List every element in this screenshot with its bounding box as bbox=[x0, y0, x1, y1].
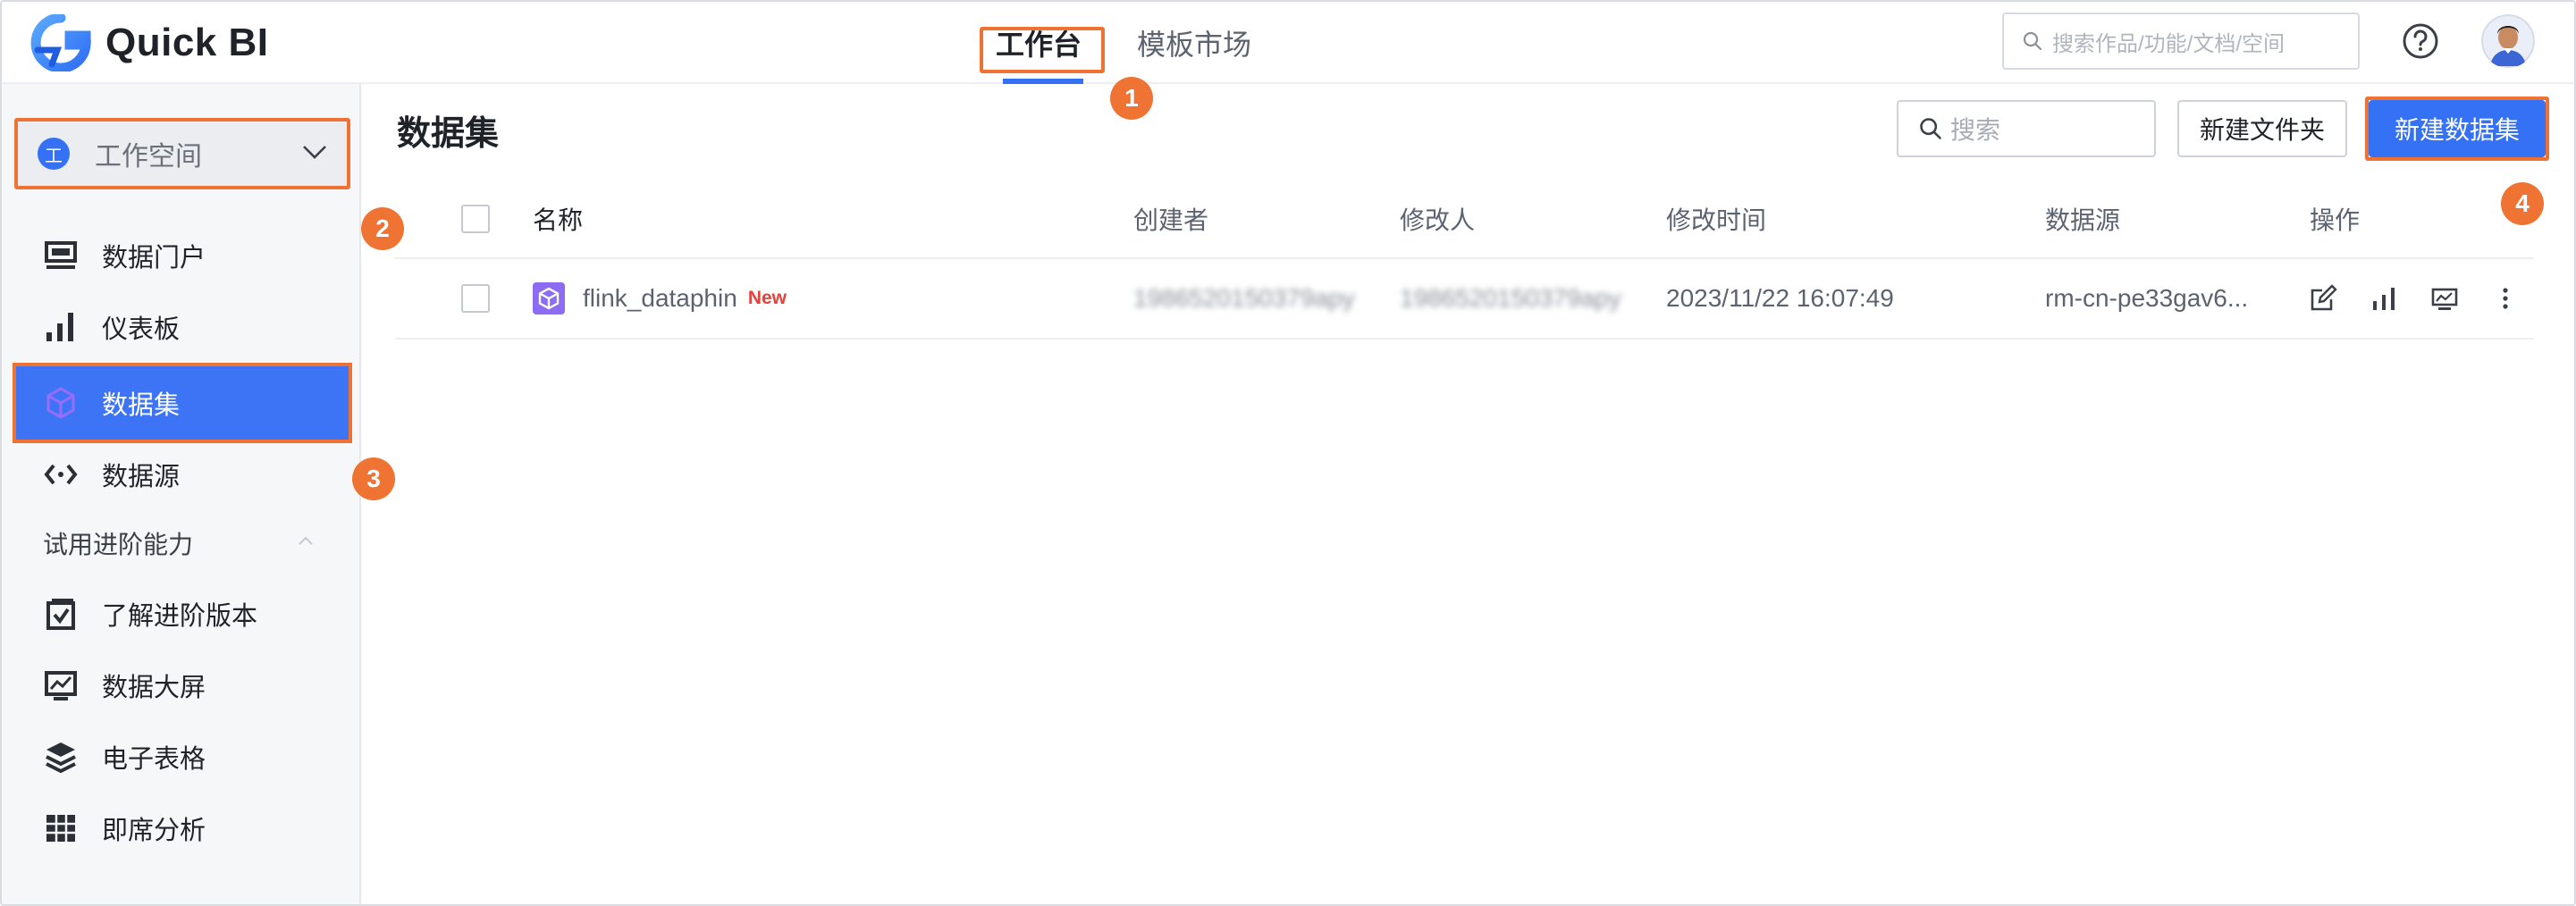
search-icon bbox=[1920, 118, 1941, 139]
sidebar-item-label: 数据集 bbox=[102, 391, 181, 420]
table-row[interactable]: flink_dataphin New 1986520150379apy 1986… bbox=[395, 259, 2533, 340]
column-header-actions: 操作 bbox=[2310, 206, 2361, 234]
sidebar-item-label: 电子表格 bbox=[102, 745, 206, 774]
callout-badge-2: 2 bbox=[361, 207, 404, 250]
modifier-cell: 1986520150379apy bbox=[1400, 259, 1623, 338]
modified-time: 2023/11/22 16:07:49 bbox=[1666, 284, 1894, 312]
dataset-name-cell[interactable]: flink_dataphin New bbox=[533, 259, 787, 338]
logo[interactable]: Quick BI bbox=[30, 14, 269, 71]
user-avatar[interactable] bbox=[2481, 14, 2535, 68]
sidebar-item-label: 即席分析 bbox=[102, 817, 206, 845]
sidebar: 工 工作空间 数据门户 仪表板 数据集 数据源 试用进阶能力 了解进阶版本 数据… bbox=[2, 84, 361, 904]
app-name: Quick BI bbox=[105, 21, 269, 64]
select-all-checkbox[interactable] bbox=[461, 180, 490, 257]
chevron-down-icon bbox=[303, 146, 326, 159]
sidebar-item-label: 数据源 bbox=[102, 463, 181, 491]
column-header-name[interactable]: 名称 bbox=[533, 180, 583, 257]
edit-icon[interactable] bbox=[2308, 283, 2338, 314]
tab-template-market[interactable]: 模板市场 bbox=[1119, 2, 1269, 84]
highlight-workbench-tab bbox=[980, 27, 1105, 73]
dataset-name[interactable]: flink_dataphin bbox=[583, 284, 737, 313]
dataset-table: 名称 创建者 修改人 修改时间 数据源 操作 flink_dataphin Ne… bbox=[395, 180, 2533, 340]
sidebar-item-data-screen[interactable]: 数据大屏 bbox=[13, 650, 352, 721]
code-arrows-icon bbox=[44, 464, 78, 485]
advanced-section-title: 试用进阶能力 bbox=[43, 531, 194, 558]
datasource-name: rm-cn-pe33gav6... bbox=[2045, 284, 2249, 312]
create-dashboard-icon[interactable] bbox=[2369, 283, 2399, 314]
column-header-creator[interactable]: 创建者 bbox=[1133, 180, 1208, 257]
grid-icon bbox=[46, 815, 75, 842]
bar-chart-icon bbox=[46, 313, 73, 341]
row-checkbox[interactable] bbox=[461, 259, 490, 338]
page-title: 数据集 bbox=[397, 115, 500, 153]
chevron-up-icon[interactable] bbox=[297, 534, 315, 547]
callout-badge-1: 1 bbox=[1110, 77, 1153, 120]
workspace-selector[interactable]: 工 工作空间 bbox=[14, 118, 350, 189]
search-icon bbox=[2023, 31, 2042, 51]
sidebar-item-advanced-version[interactable]: 了解进阶版本 bbox=[13, 578, 352, 650]
create-screen-icon[interactable] bbox=[2429, 283, 2460, 314]
sidebar-item-dataset[interactable]: 数据集 bbox=[13, 363, 352, 443]
sidebar-item-label: 了解进阶版本 bbox=[102, 602, 258, 631]
table-header: 名称 创建者 修改人 修改时间 数据源 操作 bbox=[395, 180, 2533, 259]
new-folder-button[interactable]: 新建文件夹 bbox=[2177, 100, 2347, 157]
more-options-icon[interactable] bbox=[2490, 283, 2521, 314]
column-header-modifier[interactable]: 修改人 bbox=[1400, 180, 1475, 257]
dataset-cube-icon bbox=[533, 282, 565, 315]
workspace-label: 工作空间 bbox=[95, 142, 202, 172]
row-actions bbox=[2308, 259, 2551, 338]
column-header-datasource[interactable]: 数据源 bbox=[2045, 180, 2120, 257]
highlight-new-dataset bbox=[2365, 96, 2549, 161]
sidebar-item-spreadsheet[interactable]: 电子表格 bbox=[13, 721, 352, 793]
column-header-modified-time[interactable]: 修改时间 bbox=[1666, 180, 1766, 257]
layers-icon bbox=[46, 742, 76, 774]
sidebar-item-label: 仪表板 bbox=[102, 315, 181, 344]
help-icon[interactable] bbox=[2401, 21, 2440, 61]
app-window: Quick BI 工作台 模板市场 搜索作品/功能/文档/空间 工 工作空间 数… bbox=[0, 0, 2576, 906]
sidebar-item-dashboard[interactable]: 仪表板 bbox=[13, 291, 352, 363]
modifier-name: 1986520150379apy bbox=[1400, 284, 1621, 312]
callout-badge-4: 4 bbox=[2501, 182, 2544, 225]
cube-icon bbox=[46, 387, 75, 419]
screen-chart-icon bbox=[45, 671, 77, 700]
sidebar-item-label: 数据门户 bbox=[102, 244, 206, 273]
creator-cell: 1986520150379apy bbox=[1133, 259, 1357, 338]
checklist-icon bbox=[46, 599, 75, 630]
new-tag-badge: New bbox=[747, 288, 787, 308]
avatar-icon bbox=[2481, 14, 2535, 68]
global-search-placeholder: 搜索作品/功能/文档/空间 bbox=[2052, 31, 2286, 56]
workspace-badge: 工 bbox=[38, 138, 70, 170]
callout-badge-3: 3 bbox=[352, 457, 395, 500]
creator-name: 1986520150379apy bbox=[1133, 284, 1355, 312]
dataset-search-input[interactable]: 搜索 bbox=[1897, 100, 2156, 157]
top-bar: Quick BI 工作台 模板市场 搜索作品/功能/文档/空间 bbox=[2, 2, 2574, 84]
sidebar-item-data-portal[interactable]: 数据门户 bbox=[13, 220, 352, 291]
quickbi-logo-icon bbox=[30, 14, 91, 71]
sidebar-item-adhoc-analysis[interactable]: 即席分析 bbox=[13, 793, 352, 864]
monitor-icon bbox=[45, 241, 77, 269]
sidebar-item-datasource[interactable]: 数据源 bbox=[13, 439, 352, 510]
sidebar-item-label: 数据大屏 bbox=[102, 674, 206, 702]
tab-template-market-label: 模板市场 bbox=[1137, 29, 1252, 61]
dataset-search-placeholder: 搜索 bbox=[1950, 116, 2001, 144]
global-search-input[interactable]: 搜索作品/功能/文档/空间 bbox=[2002, 13, 2360, 70]
